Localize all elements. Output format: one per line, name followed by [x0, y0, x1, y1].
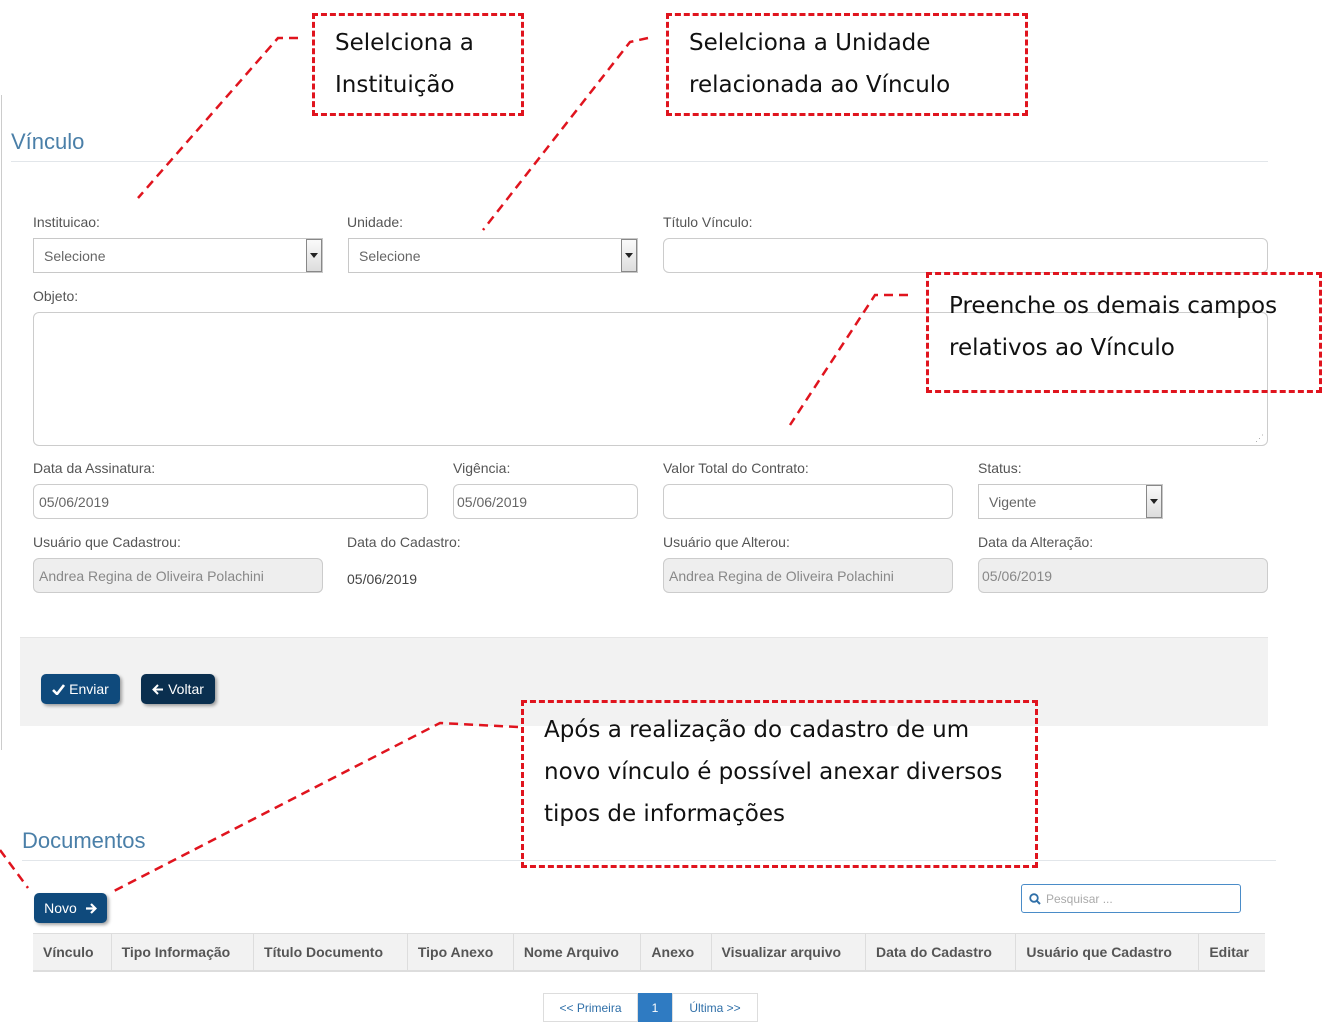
column-header[interactable]: Nome Arquivo: [513, 933, 642, 971]
usuario-alterou-label: Usuário que Alterou:: [663, 534, 790, 550]
connector-anexar: [111, 721, 519, 894]
column-header[interactable]: Usuário que Cadastro: [1015, 933, 1200, 971]
valor-total-label: Valor Total do Contrato:: [663, 460, 809, 476]
vigencia-label: Vigência:: [453, 460, 511, 476]
data-cadastro-value: 05/06/2019: [347, 571, 418, 587]
callout-line: tipos de informações: [544, 801, 785, 827]
usuario-alterou-input: Andrea Regina de Oliveira Polachini: [663, 558, 953, 593]
chevron-down-icon[interactable]: [306, 239, 322, 272]
check-icon: [52, 683, 66, 695]
data-cadastro-label: Data do Cadastro:: [347, 534, 461, 550]
enviar-button[interactable]: Enviar: [41, 674, 120, 704]
table-header-row: Vínculo Tipo Informação Título Documento…: [33, 933, 1265, 972]
callout-anexar: Após a realização do cadastro de um novo…: [521, 700, 1038, 868]
status-select[interactable]: Vigente: [978, 484, 1163, 519]
novo-button[interactable]: Novo: [34, 893, 107, 923]
data-alteracao-label: Data da Alteração:: [978, 534, 1094, 550]
connector-instituicao: [137, 36, 298, 199]
usuario-cadastrou-input: Andrea Regina de Oliveira Polachini: [33, 558, 323, 593]
unidade-select-value: Selecione: [359, 247, 421, 264]
column-header[interactable]: Tipo Anexo: [407, 933, 514, 971]
callout-demais: Preenche os demais campos relativos ao V…: [926, 272, 1322, 393]
connector-offscreen: [0, 849, 30, 889]
column-header[interactable]: Anexo: [640, 933, 712, 971]
callout-line: Preenche os demais campos: [949, 293, 1278, 319]
section-heading-vinculo: Vínculo: [11, 129, 85, 154]
callout-line: Selelciona a: [335, 30, 474, 56]
data-assinatura-label: Data da Assinatura:: [33, 460, 156, 476]
callout-line: relacionada ao Vínculo: [689, 72, 951, 98]
callout-unidade: Selelciona a Unidade relacionada ao Vínc…: [666, 13, 1028, 116]
callout-line: Instituição: [335, 72, 455, 98]
pagination-last[interactable]: Última >>: [672, 993, 758, 1022]
instituicao-select-value: Selecione: [44, 247, 106, 264]
usuario-alterou-value: Andrea Regina de Oliveira Polachini: [669, 567, 894, 584]
callout-instituicao: Selelciona a Instituição: [312, 13, 524, 116]
voltar-button-label: Voltar: [168, 681, 204, 697]
column-header[interactable]: Data do Cadastro: [865, 933, 1017, 971]
usuario-cadastrou-value: Andrea Regina de Oliveira Polachini: [39, 567, 264, 584]
callout-line: relativos ao Vínculo: [949, 335, 1175, 361]
unidade-label: Unidade:: [347, 214, 404, 230]
search-placeholder: Pesquisar ...: [1046, 891, 1113, 906]
documentos-table: Vínculo Tipo Informação Título Documento…: [33, 933, 1265, 972]
search-icon: [1029, 892, 1041, 905]
heading-divider: [11, 161, 1268, 162]
search-input[interactable]: Pesquisar ...: [1021, 884, 1241, 913]
pagination-current[interactable]: 1: [638, 993, 672, 1022]
arrow-left-icon: [152, 683, 164, 695]
titulo-vinculo-input[interactable]: [663, 238, 1268, 273]
chevron-down-icon[interactable]: [621, 239, 637, 272]
status-label: Status:: [978, 460, 1022, 476]
data-assinatura-input[interactable]: 05/06/2019: [33, 484, 428, 519]
resize-handle-icon[interactable]: ⋰: [1255, 433, 1264, 444]
section-heading-documentos: Documentos: [22, 828, 146, 853]
titulo-vinculo-label: Título Vínculo:: [663, 214, 753, 230]
column-header[interactable]: Tipo Informação: [111, 933, 255, 971]
status-select-value: Vigente: [989, 493, 1037, 510]
pagination-first[interactable]: << Primeira: [543, 993, 638, 1022]
callout-line: Selelciona a Unidade: [689, 30, 931, 56]
column-header[interactable]: Vínculo: [33, 933, 112, 971]
callout-line: Após a realização do cadastro de um: [544, 717, 970, 743]
column-header[interactable]: Editar: [1199, 934, 1265, 972]
vigencia-value: 05/06/2019: [457, 493, 528, 510]
valor-total-input[interactable]: [663, 484, 953, 519]
voltar-button[interactable]: Voltar: [141, 674, 215, 704]
vigencia-input[interactable]: 05/06/2019: [453, 484, 638, 519]
novo-button-label: Novo: [44, 900, 77, 916]
instituicao-select[interactable]: Selecione: [33, 238, 323, 273]
data-assinatura-value: 05/06/2019: [39, 493, 110, 510]
usuario-cadastrou-label: Usuário que Cadastrou:: [33, 534, 181, 550]
data-alteracao-input: 05/06/2019: [978, 558, 1268, 593]
chevron-down-icon[interactable]: [1146, 485, 1162, 518]
panel-left-border: [1, 95, 2, 750]
arrow-right-icon: [85, 902, 97, 914]
column-header[interactable]: Título Documento: [253, 933, 408, 971]
unidade-select[interactable]: Selecione: [348, 238, 638, 273]
objeto-label: Objeto:: [33, 288, 79, 304]
callout-line: novo vínculo é possível anexar diversos: [544, 759, 1003, 785]
enviar-button-label: Enviar: [69, 681, 109, 697]
data-alteracao-value: 05/06/2019: [982, 567, 1053, 584]
instituicao-label: Instituicao:: [33, 214, 100, 230]
column-header[interactable]: Visualizar arquivo: [711, 933, 866, 971]
